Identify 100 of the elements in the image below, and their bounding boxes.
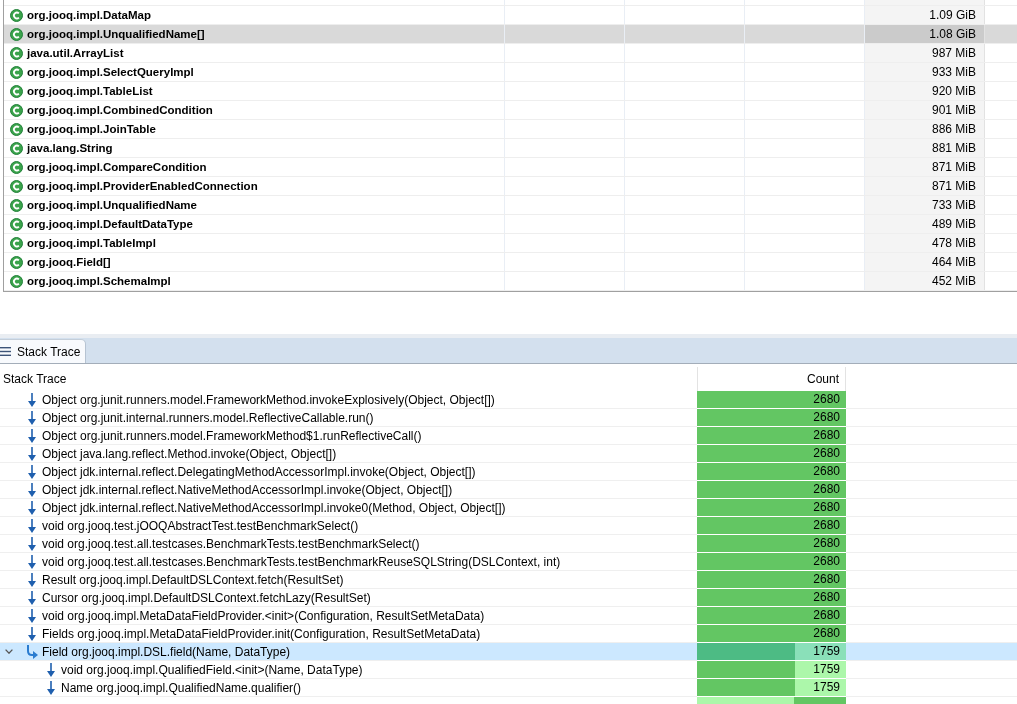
class-row[interactable]: org.jooq.Field[] 464 MiB: [4, 253, 1017, 272]
class-row[interactable]: org.jooq.impl.UnqualifiedName[] 1.08 GiB: [4, 25, 1017, 44]
size-cell: 901 MiB: [865, 101, 985, 119]
count-value: 2680: [813, 625, 840, 642]
class-row[interactable]: org.jooq.impl.TableList 920 MiB: [4, 82, 1017, 101]
class-name: org.jooq.impl.ProviderEnabledConnection: [27, 180, 258, 192]
class-name: java.util.ArrayList: [27, 47, 124, 59]
count-value: 1759: [813, 643, 840, 660]
size-cell: 1.09 GiB: [865, 6, 985, 24]
method-signature: Field org.jooq.impl.DSL.field(Name, DataType): [42, 644, 291, 659]
class-name: org.jooq.impl.SelectQueryImpl: [27, 66, 194, 78]
stack-frame-row[interactable]: void org.jooq.test.all.testcases.BenchmarkTests.testBenchmarkReuseSQLString(DSLContext, int) 2680: [0, 553, 1017, 571]
size-cell: 871 MiB: [865, 158, 985, 176]
class-name: org.jooq.impl.JoinTable: [27, 123, 156, 135]
stack-frame-row[interactable]: Object org.junit.runners.model.FrameworkMethod.invokeExplosively(Object, Object[]) 2680: [0, 391, 1017, 409]
down-arrow-icon: [46, 680, 55, 695]
class-c-icon: [10, 122, 23, 136]
count-value: 2680: [813, 571, 840, 588]
method-signature: Object org.junit.runners.model.FrameworkMethod.invokeExplosively(Object, Object[]): [42, 392, 495, 407]
stack-frame-row[interactable]: Result org.jooq.impl.DefaultDSLContext.fetch(ResultSet) 2680: [0, 571, 1017, 589]
method-signature: Result org.jooq.impl.DefaultDSLContext.fetch(ResultSet): [42, 572, 344, 587]
size-cell: 933 MiB: [865, 63, 985, 81]
stack-frame-row[interactable]: Object java.lang.reflect.Method.invoke(Object, Object[]) 2680: [0, 445, 1017, 463]
size-cell: 478 MiB: [865, 234, 985, 252]
stack-frame-row[interactable]: Object jdk.internal.reflect.NativeMethodAccessorImpl.invoke0(Method, Object, Object[]) 2680: [0, 499, 1017, 517]
class-row[interactable]: java.util.ArrayList 987 MiB: [4, 44, 1017, 63]
class-c-icon: [10, 217, 23, 231]
down-arrow-icon: [27, 590, 36, 605]
class-name: org.jooq.Field[]: [27, 256, 111, 268]
stack-frame-row[interactable]: Object org.junit.runners.model.FrameworkMethod$1.runReflectiveCall() 2680: [0, 427, 1017, 445]
class-name: org.jooq.impl.CompareCondition: [27, 161, 207, 173]
column-header[interactable]: Stack Trace: [0, 367, 697, 391]
count-value: 2680: [813, 589, 840, 606]
stack-frame-row[interactable]: Object org.junit.internal.runners.model.ReflectiveCallable.run() 2680: [0, 409, 1017, 427]
size-cell: 871 MiB: [865, 177, 985, 195]
class-c-icon: [10, 46, 23, 60]
class-row[interactable]: org.jooq.impl.UnqualifiedName 733 MiB: [4, 196, 1017, 215]
stack-frame-row[interactable]: Object jdk.internal.reflect.DelegatingMethodAccessorImpl.invoke(Object, Object[]) 2680: [0, 463, 1017, 481]
class-c-icon: [10, 255, 23, 269]
class-name: org.jooq.impl.TableImpl: [27, 237, 156, 249]
method-signature: Object jdk.internal.reflect.NativeMethodAccessorImpl.invoke0(Method, Object, Object[]): [42, 500, 506, 515]
down-arrow-icon: [27, 410, 36, 425]
stack-frame-row[interactable]: Object jdk.internal.reflect.NativeMethodAccessorImpl.invoke(Object, Object[]) 2680: [0, 481, 1017, 499]
stack-trace-tab[interactable]: Stack Trace: [0, 339, 87, 363]
method-signature: Object jdk.internal.reflect.NativeMethodAccessorImpl.invoke(Object, Object[]): [42, 482, 453, 497]
menu-icon: [0, 347, 11, 356]
stack-frame-row[interactable]: Field org.jooq.impl.DSL.field(Name, DataType) 1759: [0, 643, 1017, 661]
count-value: 1759: [813, 661, 840, 678]
class-row[interactable]: org.jooq.impl.CombinedCondition 901 MiB: [4, 101, 1017, 120]
stack-frame-row[interactable]: void org.jooq.impl.MetaDataFieldProvider.<init>(Configuration, ResultSetMetaData) 2680: [0, 607, 1017, 625]
method-signature: Object jdk.internal.reflect.DelegatingMethodAccessorImpl.invoke(Object, Object[]): [42, 464, 476, 479]
class-row[interactable]: org.jooq.impl.ProviderEnabledConnection 871 MiB: [4, 177, 1017, 196]
class-row[interactable]: org.jooq.impl.CompareCondition 871 MiB: [4, 158, 1017, 177]
method-signature: void org.jooq.impl.QualifiedField.<init>(Name, DataType): [61, 662, 363, 677]
count-value: 2680: [813, 607, 840, 624]
class-row[interactable]: org.jooq.impl.SelectQueryImpl 933 MiB: [4, 63, 1017, 82]
down-arrow-icon: [27, 428, 36, 443]
class-row[interactable]: org.jooq.impl.TableImpl 478 MiB: [4, 234, 1017, 253]
count-value: 2680: [813, 427, 840, 444]
stack-frame-row[interactable]: Cursor org.jooq.impl.DefaultDSLContext.fetchLazy(ResultSet) 2680: [0, 589, 1017, 607]
class-row[interactable]: java.lang.String 881 MiB: [4, 139, 1017, 158]
class-name: org.jooq.impl.UnqualifiedName[]: [27, 28, 205, 40]
count-value: 2680: [813, 481, 840, 498]
size-cell: 881 MiB: [865, 139, 985, 157]
stack-frame-row[interactable]: void org.jooq.test.jOOQAbstractTest.testBenchmarkSelect() 2680: [0, 517, 1017, 535]
down-arrow-icon: [27, 392, 36, 407]
class-c-icon: [10, 198, 23, 212]
down-arrow-icon: [27, 464, 36, 479]
count-value: 2680: [813, 391, 840, 408]
size-cell: 452 MiB: [865, 272, 985, 290]
class-name: org.jooq.impl.DataMap: [27, 9, 151, 21]
stack-frame-row[interactable]: void org.jooq.test.all.testcases.BenchmarkTests.testBenchmarkSelect() 2680: [0, 535, 1017, 553]
class-name: org.jooq.impl.DefaultDataType: [27, 218, 193, 230]
turn-arrow-icon: [25, 644, 38, 659]
class-c-icon: [10, 84, 23, 98]
stack-frame-row[interactable]: void org.jooq.impl.QualifiedField.<init>(Name, DataType) 1759: [0, 661, 1017, 679]
down-arrow-icon: [46, 662, 55, 677]
size-cell: 886 MiB: [865, 120, 985, 138]
down-arrow-icon: [27, 518, 36, 533]
size-cell: 733 MiB: [865, 196, 985, 214]
size-cell: 1.08 GiB: [865, 25, 985, 43]
chevron-down-icon[interactable]: [5, 649, 13, 654]
class-row[interactable]: org.jooq.impl.DefaultDataType 489 MiB: [4, 215, 1017, 234]
method-signature: Cursor org.jooq.impl.DefaultDSLContext.fetchLazy(ResultSet): [42, 590, 371, 605]
size-cell: 920 MiB: [865, 82, 985, 100]
method-signature: Name org.jooq.impl.QualifiedName.qualifier(): [61, 680, 302, 695]
class-row[interactable]: org.jooq.impl.SchemaImpl 452 MiB: [4, 272, 1017, 291]
class-c-icon: [10, 65, 23, 79]
count-value: 2680: [813, 517, 840, 534]
down-arrow-icon: [27, 572, 36, 587]
class-row[interactable]: org.jooq.impl.JoinTable 886 MiB: [4, 120, 1017, 139]
down-arrow-icon: [27, 536, 36, 551]
class-c-icon: [10, 8, 23, 22]
class-c-icon: [10, 141, 23, 155]
size-cell: 987 MiB: [865, 44, 985, 62]
down-arrow-icon: [27, 482, 36, 497]
method-signature: void org.jooq.test.all.testcases.BenchmarkTests.testBenchmarkSelect(): [42, 536, 420, 551]
count-value: 2680: [813, 499, 840, 516]
down-arrow-icon: [27, 500, 36, 515]
method-signature: Fields org.jooq.impl.MetaDataFieldProvider.init(Configuration, ResultSetMetaData): [42, 626, 481, 641]
